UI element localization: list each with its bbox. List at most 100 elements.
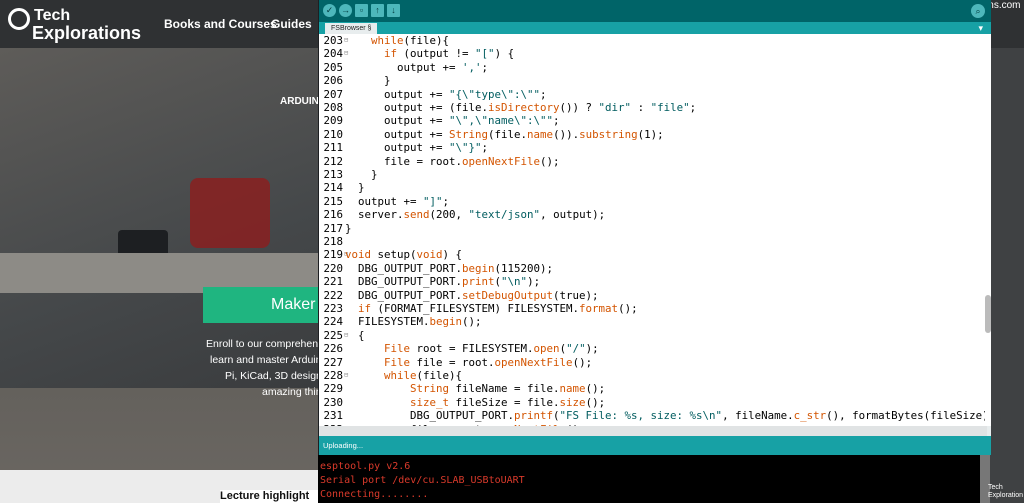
watermark-line2: Exploration — [988, 492, 1024, 499]
code-line[interactable]: 227 File file = root.openNextFile(); — [319, 356, 987, 369]
code-line[interactable]: 222 DBG_OUTPUT_PORT.setDebugOutput(true)… — [319, 289, 987, 302]
status-bar: Uploading... — [319, 436, 991, 455]
line-number: 207 — [323, 87, 343, 101]
code-line[interactable]: 226 File root = FILESYSTEM.open("/"); — [319, 342, 987, 355]
code-text: DBG_OUTPUT_PORT.printf("FS File: %s, siz… — [345, 409, 987, 423]
open-icon[interactable]: ↑ — [371, 4, 384, 17]
code-line[interactable]: 225 ⊟ { — [319, 329, 987, 342]
line-number: 209 — [323, 114, 343, 128]
output-console: esptool.py v2.6 Serial port /dev/cu.SLAB… — [318, 455, 980, 503]
line-number: 211 — [323, 141, 343, 155]
code-line[interactable]: 208 output += (file.isDirectory()) ? "di… — [319, 101, 987, 114]
oscilloscope-image — [190, 178, 270, 248]
maker-button[interactable]: Maker — [203, 287, 320, 323]
code-text: if (FORMAT_FILESYSTEM) FILESYSTEM.format… — [358, 302, 638, 315]
code-line[interactable]: 214 } — [319, 181, 987, 194]
line-number: 218 — [323, 235, 343, 248]
code-text: void setup(void) { — [345, 248, 463, 262]
code-text: DBG_OUTPUT_PORT.setDebugOutput(true); — [345, 288, 599, 302]
nav-books-and-courses[interactable]: Books and Courses — [164, 17, 277, 31]
code-text: DBG_OUTPUT_PORT.print("\n"); — [345, 275, 541, 289]
new-icon[interactable]: ▫ — [355, 4, 368, 17]
code-line[interactable]: 216 server.send(200, "text/json", output… — [319, 208, 987, 221]
code-text: size_t fileSize = file.size(); — [410, 395, 606, 409]
code-text: file = root.openNextFile(); — [345, 154, 560, 168]
code-line[interactable]: 205 output += ','; — [319, 61, 987, 74]
line-number: 206 — [323, 74, 343, 88]
code-text: String fileName = file.name(); — [410, 382, 606, 396]
code-text: server.send(200, "text/json", output); — [345, 208, 606, 222]
code-line[interactable]: 204 ⊟ if (output != "[") { — [319, 47, 987, 60]
code-line[interactable]: 219 ⊟ void setup(void) { — [319, 248, 987, 261]
save-icon[interactable]: ↓ — [387, 4, 400, 17]
code-line[interactable]: 203 ⊟ while(file){ — [319, 34, 987, 47]
code-text: if (output != "[") { — [384, 47, 515, 61]
code-line[interactable]: 211 output += "\"}"; — [319, 141, 987, 154]
code-line[interactable]: 228 ⊟ while(file){ — [319, 369, 987, 382]
line-number: 203 — [323, 34, 343, 47]
code-editor[interactable]: 203 ⊟ while(file){204 ⊟ if (output != "[")… — [319, 34, 987, 426]
code-text: DBG_OUTPUT_PORT.begin(115200); — [345, 261, 554, 275]
code-text: output += "\",\"name\":\""; — [345, 114, 560, 128]
code-text: } — [345, 74, 391, 88]
vertical-scrollbar[interactable] — [985, 34, 991, 426]
site-logo[interactable]: Tech Explorations — [8, 6, 142, 43]
line-number: 214 — [323, 181, 343, 195]
watermark-logo: Tech Exploration — [988, 484, 1023, 500]
logo-line1: Tech — [34, 7, 71, 24]
tab-menu-icon[interactable]: ▾ — [978, 22, 983, 34]
watermark-line1: Tech — [988, 484, 1003, 491]
code-line[interactable]: 215 output += "]"; — [319, 195, 987, 208]
code-text: FILESYSTEM.begin(); — [345, 315, 482, 329]
code-line[interactable]: 221 DBG_OUTPUT_PORT.print("\n"); — [319, 275, 987, 288]
code-line[interactable]: 223 if (FORMAT_FILESYSTEM) FILESYSTEM.fo… — [319, 302, 987, 315]
code-text: output += ','; — [345, 60, 489, 74]
horizontal-scrollbar[interactable] — [319, 426, 987, 436]
scrollbar-thumb[interactable] — [985, 295, 991, 333]
console-line-3: Connecting........ — [320, 489, 429, 500]
line-number: 217 — [323, 221, 343, 235]
code-text: File file = root.openNextFile(); — [384, 355, 593, 369]
line-number: 210 — [323, 127, 343, 141]
lecture-highlights-heading: Lecture highlight — [220, 490, 330, 503]
upload-icon[interactable]: → — [339, 4, 352, 17]
code-text: output += "]"; — [345, 194, 450, 208]
line-number: 220 — [323, 261, 343, 275]
verify-icon[interactable]: ✓ — [323, 4, 336, 17]
code-line[interactable]: 231 DBG_OUTPUT_PORT.printf("FS File: %s,… — [319, 409, 987, 422]
line-number: 212 — [323, 154, 343, 168]
code-line[interactable]: 230 size_t fileSize = file.size(); — [319, 396, 987, 409]
code-line[interactable]: 229 String fileName = file.name(); — [319, 382, 987, 395]
code-line[interactable]: 217} — [319, 222, 987, 235]
tab-fsbrowser[interactable]: FSBrowser § — [325, 23, 378, 34]
logo-line2: Explorations — [32, 23, 142, 43]
code-text: } — [345, 221, 352, 235]
line-number: 215 — [323, 194, 343, 208]
arduino-ide-window: ✓ → ▫ ↑ ↓ ⌕ FSBrowser § ▾ 203 ⊟ while(fil… — [318, 0, 991, 455]
serial-monitor-icon[interactable]: ⌕ — [971, 4, 985, 18]
code-text: output += (file.isDirectory()) ? "dir" :… — [345, 101, 697, 114]
code-line[interactable]: 207 output += "{\"type\":\""; — [319, 88, 987, 101]
code-text: } — [345, 168, 378, 181]
code-line[interactable]: 218 — [319, 235, 987, 248]
code-text: output += String(file.name()).substring(… — [345, 127, 664, 141]
enroll-text-3: Pi, KiCad, 3D design, — [225, 370, 325, 382]
code-text: File root = FILESYSTEM.open("/"); — [384, 342, 599, 356]
code-line[interactable]: 213 } — [319, 168, 987, 181]
code-line[interactable]: 224 FILESYSTEM.begin(); — [319, 315, 987, 328]
code-text: } — [345, 181, 365, 195]
ide-toolbar: ✓ → ▫ ↑ ↓ ⌕ — [319, 0, 991, 22]
code-line[interactable]: 206 } — [319, 74, 987, 87]
enroll-text-4: amazing thin — [262, 386, 322, 398]
hero-image — [0, 48, 320, 388]
line-number: 231 — [323, 409, 343, 423]
nav-guides[interactable]: Guides — [271, 17, 312, 31]
code-line[interactable]: 209 output += "\",\"name\":\""; — [319, 114, 987, 127]
code-line[interactable]: 210 output += String(file.name()).substr… — [319, 128, 987, 141]
code-line[interactable]: 220 DBG_OUTPUT_PORT.begin(115200); — [319, 262, 987, 275]
console-line-1: esptool.py v2.6 — [320, 461, 411, 472]
code-line[interactable]: 212 file = root.openNextFile(); — [319, 155, 987, 168]
right-strip — [990, 48, 1024, 503]
line-number: 221 — [323, 275, 343, 289]
line-number: 208 — [323, 101, 343, 114]
